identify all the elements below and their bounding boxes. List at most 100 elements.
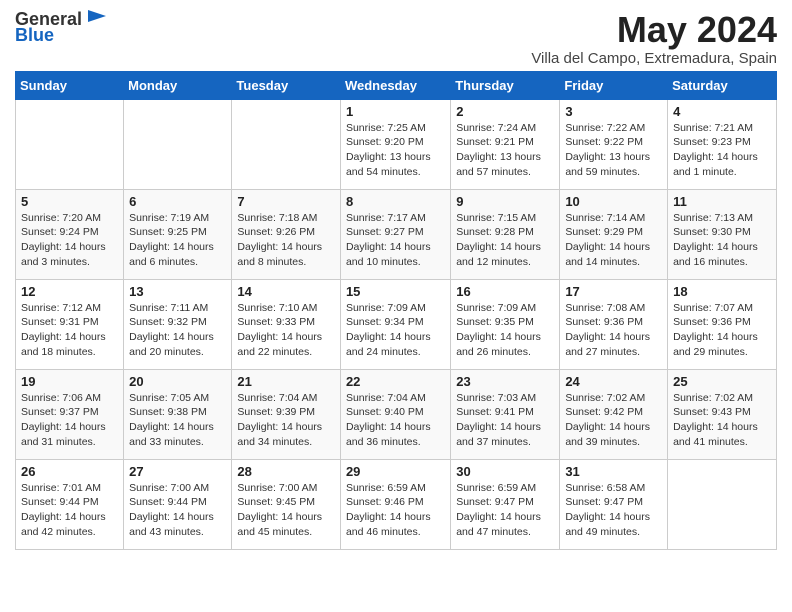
week-row-5: 26Sunrise: 7:01 AM Sunset: 9:44 PM Dayli…: [16, 459, 777, 549]
calendar-cell: 7 Sunrise: 7:18 AM Sunset: 9:26 PM Daylig…: [232, 189, 341, 279]
day-info: Sunrise: 7:09 AM Sunset: 9:35 PM Dayligh…: [456, 301, 554, 360]
calendar-cell: 27 Sunrise: 7:00 AM Sunset: 9:44 PM Dayli…: [124, 459, 232, 549]
header-day-thursday: Thursday: [451, 71, 560, 99]
day-info: Sunrise: 7:00 AM Sunset: 9:45 PM Dayligh…: [237, 481, 335, 540]
day-info: Sunrise: 7:02 AM Sunset: 9:43 PM Dayligh…: [673, 391, 771, 450]
calendar-cell: 17 Sunrise: 7:08 AM Sunset: 9:36 PM Dayli…: [560, 279, 668, 369]
day-number: 9: [456, 194, 554, 209]
calendar-cell: 4 Sunrise: 7:21 AM Sunset: 9:23 PM Daylig…: [668, 99, 777, 189]
calendar-cell: 11 Sunrise: 7:13 AM Sunset: 9:30 PM Dayli…: [668, 189, 777, 279]
logo: General Blue: [15, 10, 108, 46]
header-day-friday: Friday: [560, 71, 668, 99]
calendar-cell: 21 Sunrise: 7:04 AM Sunset: 9:39 PM Dayli…: [232, 369, 341, 459]
day-number: 12: [21, 284, 118, 299]
calendar-cell: 31 Sunrise: 6:58 AM Sunset: 9:47 PM Dayli…: [560, 459, 668, 549]
calendar-cell: 23 Sunrise: 7:03 AM Sunset: 9:41 PM Dayli…: [451, 369, 560, 459]
day-info: Sunrise: 7:05 AM Sunset: 9:38 PM Dayligh…: [129, 391, 226, 450]
day-info: Sunrise: 7:06 AM Sunset: 9:37 PM Dayligh…: [21, 391, 118, 450]
day-number: 6: [129, 194, 226, 209]
day-info: Sunrise: 7:08 AM Sunset: 9:36 PM Dayligh…: [565, 301, 662, 360]
header-row: SundayMondayTuesdayWednesdayThursdayFrid…: [16, 71, 777, 99]
day-info: Sunrise: 7:12 AM Sunset: 9:31 PM Dayligh…: [21, 301, 118, 360]
calendar-cell: 29 Sunrise: 6:59 AM Sunset: 9:46 PM Dayli…: [340, 459, 450, 549]
calendar-cell: 1Sunrise: 7:25 AM Sunset: 9:20 PM Daylig…: [340, 99, 450, 189]
day-number: 14: [237, 284, 335, 299]
calendar-table: SundayMondayTuesdayWednesdayThursdayFrid…: [15, 71, 777, 550]
day-number: 30: [456, 464, 554, 479]
day-info: Sunrise: 6:59 AM Sunset: 9:47 PM Dayligh…: [456, 481, 554, 540]
header-day-monday: Monday: [124, 71, 232, 99]
day-number: 31: [565, 464, 662, 479]
day-number: 28: [237, 464, 335, 479]
header-day-wednesday: Wednesday: [340, 71, 450, 99]
page-header: General Blue May 2024 Villa del Campo, E…: [15, 10, 777, 67]
day-number: 27: [129, 464, 226, 479]
day-info: Sunrise: 7:15 AM Sunset: 9:28 PM Dayligh…: [456, 211, 554, 270]
calendar-cell: 3 Sunrise: 7:22 AM Sunset: 9:22 PM Daylig…: [560, 99, 668, 189]
calendar-cell: 22 Sunrise: 7:04 AM Sunset: 9:40 PM Dayli…: [340, 369, 450, 459]
calendar-cell: 2Sunrise: 7:24 AM Sunset: 9:21 PM Daylig…: [451, 99, 560, 189]
day-info: Sunrise: 7:21 AM Sunset: 9:23 PM Dayligh…: [673, 121, 771, 180]
day-number: 4: [673, 104, 771, 119]
day-info: Sunrise: 7:14 AM Sunset: 9:29 PM Dayligh…: [565, 211, 662, 270]
calendar-cell: 24 Sunrise: 7:02 AM Sunset: 9:42 PM Dayli…: [560, 369, 668, 459]
day-info: Sunrise: 7:09 AM Sunset: 9:34 PM Dayligh…: [346, 301, 445, 360]
calendar-cell: 19 Sunrise: 7:06 AM Sunset: 9:37 PM Dayli…: [16, 369, 124, 459]
day-number: 1: [346, 104, 445, 119]
day-info: Sunrise: 7:04 AM Sunset: 9:40 PM Dayligh…: [346, 391, 445, 450]
day-info: Sunrise: 7:10 AM Sunset: 9:33 PM Dayligh…: [237, 301, 335, 360]
calendar-cell: 30 Sunrise: 6:59 AM Sunset: 9:47 PM Dayli…: [451, 459, 560, 549]
location-text: Villa del Campo, Extremadura, Spain: [531, 50, 777, 67]
day-number: 22: [346, 374, 445, 389]
title-block: May 2024 Villa del Campo, Extremadura, S…: [531, 10, 777, 67]
day-number: 8: [346, 194, 445, 209]
day-number: 7: [237, 194, 335, 209]
calendar-cell: 26Sunrise: 7:01 AM Sunset: 9:44 PM Dayli…: [16, 459, 124, 549]
calendar-cell: 28 Sunrise: 7:00 AM Sunset: 9:45 PM Dayli…: [232, 459, 341, 549]
day-number: 5: [21, 194, 118, 209]
day-info: Sunrise: 7:03 AM Sunset: 9:41 PM Dayligh…: [456, 391, 554, 450]
day-info: Sunrise: 7:01 AM Sunset: 9:44 PM Dayligh…: [21, 481, 118, 540]
day-number: 23: [456, 374, 554, 389]
day-number: 3: [565, 104, 662, 119]
day-info: Sunrise: 7:00 AM Sunset: 9:44 PM Dayligh…: [129, 481, 226, 540]
day-info: Sunrise: 7:22 AM Sunset: 9:22 PM Dayligh…: [565, 121, 662, 180]
calendar-cell: 9 Sunrise: 7:15 AM Sunset: 9:28 PM Daylig…: [451, 189, 560, 279]
header-day-tuesday: Tuesday: [232, 71, 341, 99]
calendar-cell: [668, 459, 777, 549]
calendar-cell: 20 Sunrise: 7:05 AM Sunset: 9:38 PM Dayli…: [124, 369, 232, 459]
day-info: Sunrise: 7:07 AM Sunset: 9:36 PM Dayligh…: [673, 301, 771, 360]
day-info: Sunrise: 7:13 AM Sunset: 9:30 PM Dayligh…: [673, 211, 771, 270]
day-number: 19: [21, 374, 118, 389]
calendar-cell: 12 Sunrise: 7:12 AM Sunset: 9:31 PM Dayli…: [16, 279, 124, 369]
calendar-cell: [16, 99, 124, 189]
day-number: 21: [237, 374, 335, 389]
calendar-cell: 18Sunrise: 7:07 AM Sunset: 9:36 PM Dayli…: [668, 279, 777, 369]
day-number: 24: [565, 374, 662, 389]
week-row-4: 19 Sunrise: 7:06 AM Sunset: 9:37 PM Dayli…: [16, 369, 777, 459]
day-info: Sunrise: 7:18 AM Sunset: 9:26 PM Dayligh…: [237, 211, 335, 270]
day-number: 2: [456, 104, 554, 119]
day-info: Sunrise: 7:19 AM Sunset: 9:25 PM Dayligh…: [129, 211, 226, 270]
calendar-cell: 5Sunrise: 7:20 AM Sunset: 9:24 PM Daylig…: [16, 189, 124, 279]
day-number: 17: [565, 284, 662, 299]
calendar-cell: [124, 99, 232, 189]
calendar-body: 1Sunrise: 7:25 AM Sunset: 9:20 PM Daylig…: [16, 99, 777, 549]
day-number: 20: [129, 374, 226, 389]
day-number: 13: [129, 284, 226, 299]
calendar-cell: 13Sunrise: 7:11 AM Sunset: 9:32 PM Dayli…: [124, 279, 232, 369]
week-row-3: 12 Sunrise: 7:12 AM Sunset: 9:31 PM Dayli…: [16, 279, 777, 369]
day-number: 29: [346, 464, 445, 479]
day-number: 11: [673, 194, 771, 209]
day-info: Sunrise: 7:04 AM Sunset: 9:39 PM Dayligh…: [237, 391, 335, 450]
day-info: Sunrise: 6:58 AM Sunset: 9:47 PM Dayligh…: [565, 481, 662, 540]
day-number: 15: [346, 284, 445, 299]
day-number: 10: [565, 194, 662, 209]
day-info: Sunrise: 7:02 AM Sunset: 9:42 PM Dayligh…: [565, 391, 662, 450]
calendar-cell: 14 Sunrise: 7:10 AM Sunset: 9:33 PM Dayli…: [232, 279, 341, 369]
header-day-sunday: Sunday: [16, 71, 124, 99]
day-number: 25: [673, 374, 771, 389]
calendar-cell: 25 Sunrise: 7:02 AM Sunset: 9:43 PM Dayli…: [668, 369, 777, 459]
logo-flag-icon: [86, 8, 108, 30]
day-info: Sunrise: 6:59 AM Sunset: 9:46 PM Dayligh…: [346, 481, 445, 540]
